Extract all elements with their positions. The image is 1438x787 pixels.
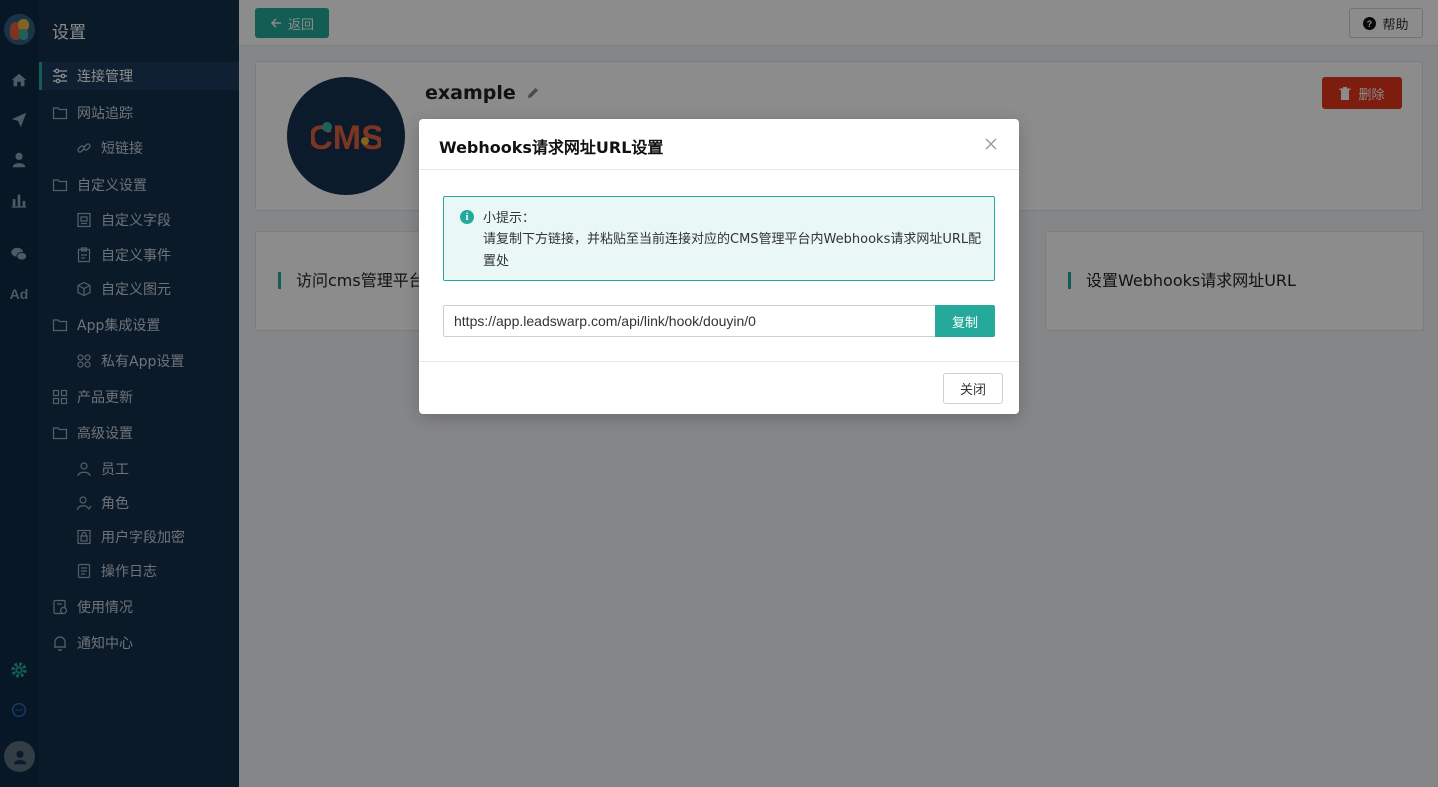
- tip-box: i 小提示： 请复制下方链接，并粘贴至当前连接对应的CMS管理平台内Webhoo…: [443, 196, 995, 281]
- dialog-footer: 关闭: [419, 361, 1019, 414]
- info-icon: i: [460, 210, 474, 224]
- url-row: 复制: [443, 305, 995, 337]
- tip-title: 小提示：: [483, 211, 536, 226]
- dialog-title: Webhooks请求网址URL设置: [439, 138, 664, 157]
- tip-text: 请复制下方链接，并粘贴至当前连接对应的CMS管理平台内Webhooks请求网址U…: [483, 232, 982, 269]
- close-icon[interactable]: [983, 136, 999, 152]
- close-button[interactable]: 关闭: [943, 373, 1003, 404]
- webhook-url-dialog: Webhooks请求网址URL设置 i 小提示： 请复制下方链接，并粘贴至当前连…: [419, 119, 1019, 414]
- webhook-url-input[interactable]: [443, 305, 936, 337]
- copy-button[interactable]: 复制: [935, 305, 995, 337]
- dialog-header: Webhooks请求网址URL设置: [419, 119, 1019, 170]
